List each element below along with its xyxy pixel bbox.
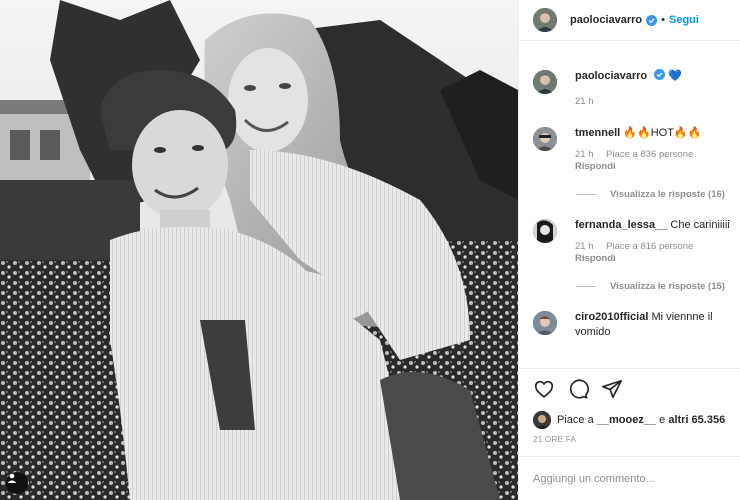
likes-prefix: Piace a [557,414,594,426]
view-replies-label: Visualizza le risposte (15) [610,281,725,292]
separator-dot: • [661,14,665,26]
comment-time[interactable]: 21 h [575,241,594,252]
author-avatar[interactable] [533,8,557,32]
post-timestamp[interactable]: 21 ORE FA [519,431,740,451]
view-replies-button[interactable]: Visualizza le risposte (15) [576,281,730,292]
heart-icon[interactable] [533,378,555,400]
comment-text: Che cariniiiii [670,219,730,231]
verified-icon [654,69,666,80]
comment-item: ciro2010fficial Mi viennne il vomido [533,310,730,340]
caption-time[interactable]: 21 h [575,96,594,107]
comment-text: 🔥🔥HOT🔥🔥 [623,127,702,139]
comments-list: paolociavarro 💙 21 h tmennell 🔥🔥HOT🔥🔥 21… [519,41,740,368]
comment-username[interactable]: fernanda_lessa__ [575,219,667,231]
comment-time[interactable]: 21 h [575,149,594,160]
likes-text: Piace a __mooez__ e altri 65.356 [557,414,725,426]
share-icon[interactable] [601,378,623,400]
post-header: paolociavarro • Segui [519,0,740,41]
user-tag-icon[interactable] [6,472,28,494]
post-side-panel: paolociavarro • Segui paolociavarro 💙 21… [518,0,740,500]
author-username[interactable]: paolociavarro [570,14,642,26]
reply-button[interactable]: Rispondi [575,253,730,265]
comment-likes[interactable]: Piace a 816 persone [606,241,693,252]
comment-username[interactable]: tmennell [575,127,620,139]
likes-middle: e [659,414,666,426]
caption-text: 💙 [668,70,682,82]
comment-item: tmennell 🔥🔥HOT🔥🔥 21 h Piace a 836 person… [533,126,730,173]
comment-avatar[interactable] [533,311,557,335]
comment-item: fernanda_lessa__ Che cariniiiii 21 h Pia… [533,218,730,265]
comment-username[interactable]: ciro2010fficial [575,311,648,323]
caption: paolociavarro 💙 21 h [533,69,730,108]
replies-divider [576,286,596,287]
comment-avatar[interactable] [533,127,557,151]
comment-avatar[interactable] [533,219,557,243]
add-comment-bar [519,456,740,500]
likes-others[interactable]: altri 65.356 [668,414,725,426]
view-replies-button[interactable]: Visualizza le risposte (16) [576,189,730,200]
action-bar [519,368,740,409]
caption-avatar[interactable] [533,70,557,94]
liker-avatar[interactable] [533,411,551,429]
comment-icon[interactable] [567,378,589,400]
post-photo[interactable] [0,0,518,500]
verified-icon [646,14,658,26]
likes-summary: Piace a __mooez__ e altri 65.356 [519,409,740,431]
caption-username[interactable]: paolociavarro [575,70,647,82]
couple-photo-illustration [0,0,518,500]
replies-divider [576,194,596,195]
comment-likes[interactable]: Piace a 836 persone [606,149,693,160]
reply-button[interactable]: Rispondi [575,161,730,173]
likes-user[interactable]: __mooez__ [597,414,656,426]
comment-input[interactable] [533,472,726,485]
follow-button[interactable]: Segui [669,14,699,26]
instagram-post: paolociavarro • Segui paolociavarro 💙 21… [0,0,740,500]
view-replies-label: Visualizza le risposte (16) [610,189,725,200]
